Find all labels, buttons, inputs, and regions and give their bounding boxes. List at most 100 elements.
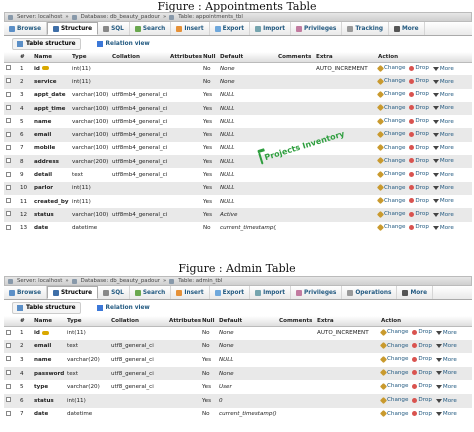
drop-action[interactable]: Drop [412, 356, 432, 362]
more-action[interactable]: More [432, 172, 454, 178]
more-action[interactable]: More [432, 212, 454, 218]
more-action[interactable]: More [432, 225, 454, 231]
tab-tracking[interactable]: Tracking [342, 22, 390, 35]
row-checkbox[interactable] [6, 131, 11, 137]
tab-import[interactable]: Import [250, 22, 292, 35]
row-checkbox[interactable] [6, 184, 11, 190]
more-action[interactable]: More [435, 384, 457, 390]
row-checkbox[interactable] [6, 91, 11, 97]
drop-action[interactable]: Drop [409, 185, 429, 191]
drop-action[interactable]: Drop [409, 158, 429, 164]
more-action[interactable]: More [432, 132, 454, 138]
row-checkbox[interactable] [6, 105, 11, 111]
breadcrumb-link[interactable]: Database: db_beauty_padour [81, 14, 160, 20]
change-action[interactable]: Change [376, 170, 405, 178]
drop-action[interactable]: Drop [412, 343, 432, 349]
drop-action[interactable]: Drop [412, 411, 432, 417]
change-action[interactable]: Change [376, 157, 405, 165]
subtab-table-structure[interactable]: Table structure [12, 302, 81, 314]
change-action[interactable]: Change [376, 117, 405, 125]
breadcrumb-link[interactable]: Server: localhost [17, 278, 62, 284]
row-checkbox[interactable] [6, 356, 11, 362]
drop-action[interactable]: Drop [409, 198, 429, 204]
more-action[interactable]: More [435, 357, 457, 363]
tab-insert[interactable]: Insert [171, 286, 210, 299]
drop-action[interactable]: Drop [409, 91, 429, 97]
tab-operations[interactable]: Operations [342, 286, 398, 299]
more-action[interactable]: More [432, 79, 454, 85]
row-checkbox[interactable] [6, 171, 11, 177]
breadcrumb-link[interactable]: Server: localhost [17, 14, 62, 20]
drop-action[interactable]: Drop [409, 224, 429, 230]
drop-action[interactable]: Drop [409, 105, 429, 111]
change-action[interactable]: Change [376, 197, 405, 205]
tab-privileges[interactable]: Privileges [291, 286, 343, 299]
more-action[interactable]: More [435, 330, 457, 336]
change-action[interactable]: Change [376, 90, 405, 99]
drop-action[interactable]: Drop [409, 145, 429, 151]
row-checkbox[interactable] [6, 342, 11, 348]
row-checkbox[interactable] [6, 198, 11, 204]
row-checkbox[interactable] [6, 329, 11, 335]
change-action[interactable]: Change [376, 130, 405, 138]
change-action[interactable]: Change [379, 410, 408, 418]
row-checkbox[interactable] [6, 65, 11, 71]
drop-action[interactable]: Drop [412, 329, 432, 335]
change-action[interactable]: Change [379, 328, 408, 336]
drop-action[interactable]: Drop [409, 171, 429, 177]
row-checkbox[interactable] [6, 397, 11, 403]
more-action[interactable]: More [432, 119, 454, 125]
breadcrumb-link[interactable]: Table: appointments_tbl [178, 14, 243, 20]
more-action[interactable]: More [432, 105, 454, 111]
change-action[interactable]: Change [379, 369, 408, 377]
drop-action[interactable]: Drop [409, 211, 429, 217]
tab-search[interactable]: Search [130, 286, 172, 299]
tab-insert[interactable]: Insert [171, 22, 210, 35]
drop-action[interactable]: Drop [412, 370, 432, 376]
change-action[interactable]: Change [376, 223, 405, 231]
tab-export[interactable]: Export [210, 286, 251, 299]
subtab-table-structure[interactable]: Table structure [12, 38, 81, 50]
more-action[interactable]: More [435, 343, 457, 349]
row-checkbox[interactable] [6, 383, 11, 389]
drop-action[interactable]: Drop [412, 397, 432, 403]
change-action[interactable]: Change [379, 355, 408, 363]
change-action[interactable]: Change [376, 184, 405, 192]
more-action[interactable]: More [432, 92, 454, 98]
tab-structure[interactable]: Structure [47, 22, 99, 35]
tab-import[interactable]: Import [250, 286, 292, 299]
tab-browse[interactable]: Browse [4, 286, 47, 299]
drop-action[interactable]: Drop [409, 65, 429, 71]
row-checkbox[interactable] [6, 144, 11, 150]
subtab-relation-view[interactable]: Relation view [93, 39, 154, 49]
change-action[interactable]: Change [376, 144, 405, 152]
more-action[interactable]: More [432, 198, 454, 204]
row-checkbox[interactable] [6, 224, 11, 230]
tab-search[interactable]: Search [130, 22, 172, 35]
row-checkbox[interactable] [6, 158, 11, 164]
change-action[interactable]: Change [376, 210, 405, 218]
tab-browse[interactable]: Browse [4, 22, 47, 35]
row-checkbox[interactable] [6, 370, 11, 376]
tab-privileges[interactable]: Privileges [291, 22, 343, 35]
breadcrumb-link[interactable]: Table: admin_tbl [178, 278, 222, 284]
change-action[interactable]: Change [379, 396, 408, 404]
more-action[interactable]: More [435, 398, 457, 404]
tab-more[interactable]: More [397, 286, 434, 299]
tab-structure[interactable]: Structure [47, 286, 99, 299]
more-action[interactable]: More [435, 370, 457, 376]
more-action[interactable]: More [432, 158, 454, 164]
breadcrumb-link[interactable]: Database: db_beauty_padour [81, 278, 160, 284]
change-action[interactable]: Change [379, 382, 408, 390]
change-action[interactable]: Change [379, 342, 408, 350]
change-action[interactable]: Change [376, 64, 405, 72]
drop-action[interactable]: Drop [409, 131, 429, 137]
drop-action[interactable]: Drop [412, 383, 432, 389]
more-action[interactable]: More [432, 185, 454, 191]
more-action[interactable]: More [432, 145, 454, 151]
row-checkbox[interactable] [6, 118, 11, 124]
subtab-relation-view[interactable]: Relation view [93, 303, 154, 313]
more-action[interactable]: More [432, 66, 454, 72]
drop-action[interactable]: Drop [409, 78, 429, 84]
more-action[interactable]: More [435, 411, 457, 417]
